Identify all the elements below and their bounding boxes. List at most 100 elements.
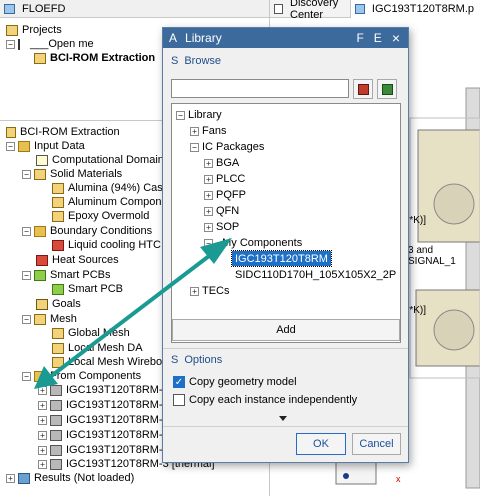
tree-label: IGC193T120T8RM-6 [	[66, 444, 175, 456]
e-button[interactable]: E	[374, 31, 382, 45]
library-tree: − Library + Fans − IC Packages + BGA + P…	[171, 103, 401, 343]
copy-each-option[interactable]: Copy each instance independently	[173, 394, 357, 406]
f-button[interactable]: F	[356, 31, 363, 45]
collapse-icon[interactable]: −	[22, 314, 31, 324]
library-item-selected[interactable]: IGC193T120T8RM	[231, 250, 332, 267]
expand-icon[interactable]: +	[38, 430, 47, 440]
goals-icon	[36, 298, 48, 310]
tab-floefd[interactable]: FLOEFD	[0, 0, 71, 18]
tree-node-material[interactable]: Epoxy Overmold	[52, 209, 149, 223]
tree-node-heat-sources[interactable]: Heat Sources	[36, 253, 119, 267]
copy-each-checkbox[interactable]	[173, 394, 185, 406]
collapse-icon[interactable]: −	[22, 270, 31, 280]
collapse-icon[interactable]: −	[22, 169, 31, 179]
tree-node-open-me[interactable]: − ___Open me	[6, 37, 94, 51]
options-section-header[interactable]: S Options	[163, 351, 222, 369]
library-item-qfn[interactable]: + QFN	[204, 204, 239, 218]
expand-icon[interactable]: +	[204, 158, 213, 168]
tree-node-component[interactable]: + IGC193T120T8RM-1 [	[38, 383, 175, 397]
library-item-ic-packages[interactable]: − IC Packages	[190, 140, 264, 154]
tree-node-component[interactable]: + IGC193T120T8RM-5 [	[38, 428, 175, 442]
library-item-fans[interactable]: + Fans	[190, 124, 226, 138]
library-item-my-components[interactable]: − _My Components	[204, 236, 302, 250]
tree-node-results[interactable]: + Results (Not loaded)	[6, 471, 134, 485]
tree-node-projects[interactable]: Projects	[6, 23, 62, 37]
browse-section-header[interactable]: S Browse	[163, 52, 408, 70]
tree-node-component[interactable]: + IGC193T120T8RM-2 [	[38, 398, 175, 412]
library-item-sidc[interactable]: SIDC110D170H_105X105X2_2P	[235, 268, 396, 282]
panel-tab-bar: FLOEFD	[0, 0, 269, 18]
dialog-title-bar[interactable]: A Library F E ×	[163, 28, 408, 48]
tree-node-input-data[interactable]: − Input Data	[6, 139, 85, 153]
collapse-icon[interactable]: −	[6, 39, 15, 49]
tree-node-material[interactable]: Alumina (94%) Casing	[52, 181, 177, 195]
expand-icon[interactable]: +	[38, 445, 47, 455]
expand-icon[interactable]: +	[204, 190, 213, 200]
collapse-icon[interactable]: −	[22, 226, 31, 236]
tree-label: Smart PCBs	[50, 269, 111, 281]
copy-geometry-checkbox[interactable]: ✓	[173, 376, 185, 388]
close-icon[interactable]: ×	[392, 30, 400, 46]
expand-icon[interactable]: +	[38, 400, 47, 410]
tree-node-boundary-conditions[interactable]: − Boundary Conditions	[22, 224, 152, 238]
expand-icon[interactable]: +	[204, 174, 213, 184]
tree-node-mesh[interactable]: − Mesh	[22, 312, 77, 326]
library-item-pqfp[interactable]: + PQFP	[204, 188, 246, 202]
tree-node-analysis-root[interactable]: BCI-ROM Extraction	[6, 125, 120, 139]
mesh-icon	[52, 327, 64, 339]
tree-node-boundary-condition[interactable]: Liquid cooling HTC	[52, 238, 161, 252]
expand-icon[interactable]: +	[204, 222, 213, 232]
tree-node-component[interactable]: + IGC193T120T8RM-4 [	[38, 413, 175, 427]
library-dialog: A Library F E × S Browse − Library + Fan…	[162, 27, 409, 463]
expand-icon[interactable]: +	[38, 459, 47, 469]
expand-icon[interactable]: +	[190, 126, 199, 136]
tree-label: IGC193T120T8RM-1 [	[66, 384, 175, 396]
tab-document[interactable]: IGC193T120T8RM.p	[350, 0, 480, 18]
tree-label: IGC193T120T8RM-4 [	[66, 414, 175, 426]
tree-node-mesh-item[interactable]: Local Mesh DA	[52, 341, 143, 355]
cancel-button[interactable]: Cancel	[352, 433, 401, 455]
tree-label: Epoxy Overmold	[68, 210, 150, 222]
expand-icon[interactable]: +	[190, 286, 199, 296]
library-icon: A	[169, 31, 178, 45]
copy-geometry-option[interactable]: ✓ Copy geometry model	[173, 376, 297, 388]
tree-node-smart-pcb[interactable]: Smart PCB	[52, 282, 123, 296]
expand-icon[interactable]: +	[6, 473, 15, 483]
mesh-icon	[52, 342, 64, 354]
expand-icon[interactable]: +	[38, 415, 47, 425]
library-item-sop[interactable]: + SOP	[204, 220, 239, 234]
tree-label: Computational Domain	[52, 154, 164, 166]
scroll-down-arrow-icon[interactable]	[279, 416, 287, 421]
tree-node-solid-materials[interactable]: − Solid Materials	[22, 167, 122, 181]
collapse-icon[interactable]: −	[6, 141, 15, 151]
expand-icon[interactable]: +	[38, 385, 47, 395]
tree-node-from-components[interactable]: − From Components	[22, 369, 141, 383]
collapse-icon[interactable]: −	[176, 110, 185, 120]
ok-button[interactable]: OK	[296, 433, 346, 455]
library-item-bga[interactable]: + BGA	[204, 156, 239, 170]
collapse-icon[interactable]: −	[204, 238, 213, 248]
tree-node-project[interactable]: BCI-ROM Extraction	[34, 51, 155, 65]
tree-label: BGA	[216, 157, 240, 169]
tree-label: ___Open me	[30, 38, 94, 50]
expand-icon[interactable]: +	[204, 206, 213, 216]
tree-node-smart-pcbs[interactable]: − Smart PCBs	[22, 268, 111, 282]
tree-node-goals[interactable]: Goals	[36, 297, 81, 311]
library-options-button[interactable]	[377, 79, 397, 99]
tree-node-component[interactable]: + IGC193T120T8RM-6 [	[38, 443, 175, 457]
tree-node-mesh-item[interactable]: Global Mesh	[52, 326, 130, 340]
tree-node-mesh-item[interactable]: Local Mesh Wirebonc	[52, 355, 174, 369]
library-search-input[interactable]	[171, 79, 349, 98]
library-item-tecs[interactable]: + TECs	[190, 284, 230, 298]
section-divider	[163, 348, 408, 349]
library-item-plcc[interactable]: + PLCC	[204, 172, 245, 186]
search-library-button[interactable]	[353, 79, 373, 99]
collapse-icon[interactable]: −	[190, 142, 199, 152]
library-root[interactable]: − Library	[176, 108, 222, 122]
tab-discovery-center[interactable]: Discovery Center	[270, 0, 351, 21]
tree-node-material[interactable]: Aluminum Componen	[52, 195, 174, 209]
component-icon	[50, 444, 62, 456]
tree-node-computational-domain[interactable]: Computational Domain	[36, 153, 164, 167]
collapse-icon[interactable]: −	[22, 371, 31, 381]
add-button[interactable]: Add	[172, 319, 400, 341]
